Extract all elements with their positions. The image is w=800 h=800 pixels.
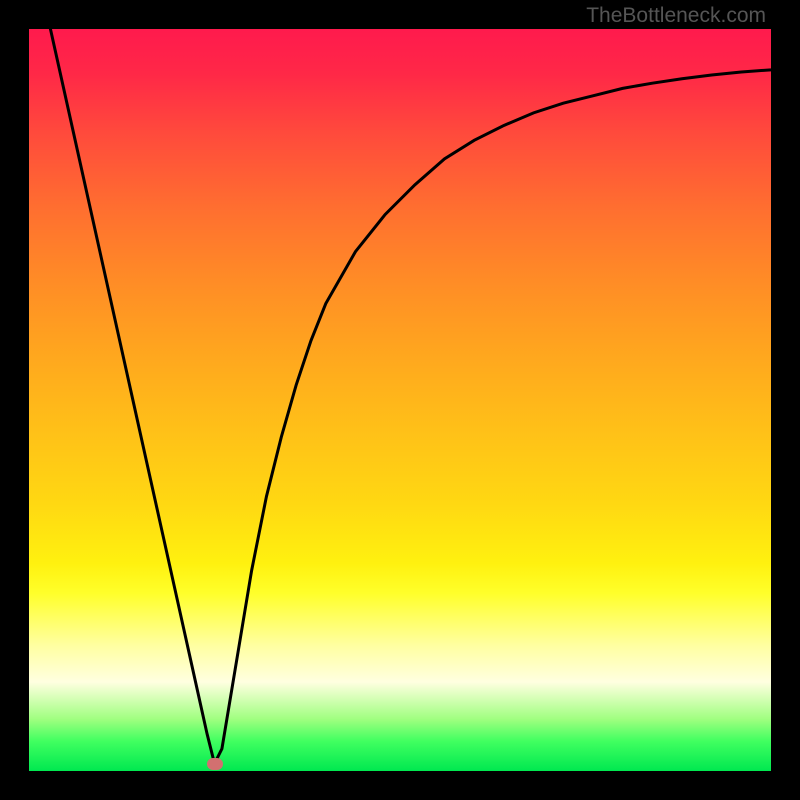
bottleneck-curve — [29, 29, 771, 771]
plot-area — [29, 29, 771, 771]
watermark-label: TheBottleneck.com — [586, 4, 766, 28]
optimal-point-marker — [207, 758, 223, 770]
